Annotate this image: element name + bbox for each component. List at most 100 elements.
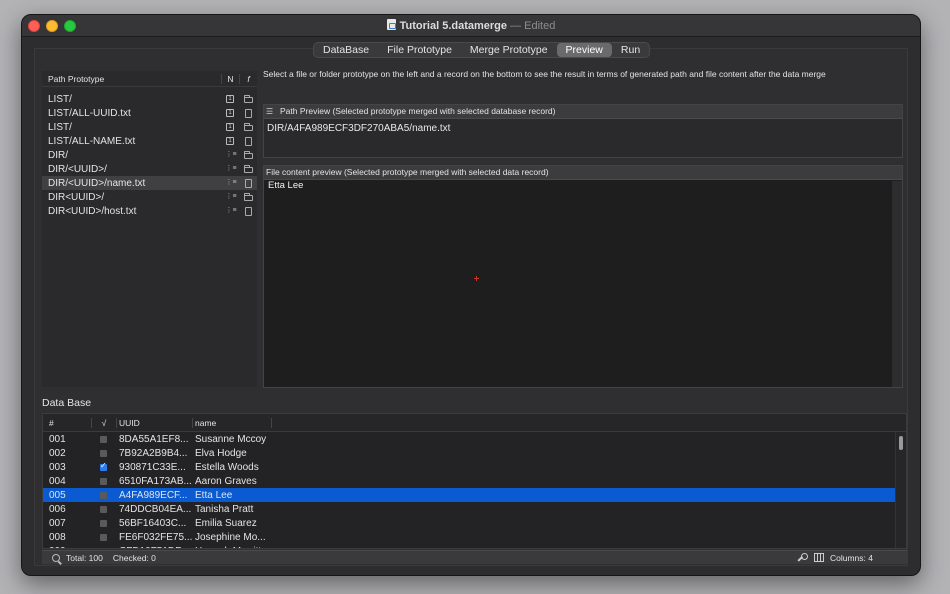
row-check-cell bbox=[91, 519, 116, 527]
prototype-item[interactable]: LIST/1 bbox=[42, 92, 257, 106]
status-total: Total: 100 bbox=[66, 552, 103, 563]
row-checkbox[interactable] bbox=[100, 449, 107, 457]
prototype-path: LIST/ALL-UUID.txt bbox=[48, 107, 131, 119]
row-uuid: 930871C33E... bbox=[119, 461, 186, 473]
prototype-item[interactable]: LIST/ALL-NAME.txt 1 bbox=[42, 134, 257, 148]
prototype-item[interactable]: DIR/<UUID>/name.txt ⋮≡ bbox=[42, 176, 257, 190]
row-checkbox[interactable] bbox=[100, 519, 107, 527]
status-right: Columns: 4 bbox=[798, 552, 873, 563]
file-preview-content[interactable]: Etta Lee bbox=[264, 180, 902, 191]
tab-database[interactable]: DataBase bbox=[314, 43, 378, 57]
key-icon[interactable] bbox=[798, 552, 808, 563]
window-title: Tutorial 5.datamerge — Edited bbox=[22, 19, 920, 32]
database-table: # √ UUID name 001 8DA55A1EF8... Susanne Mc… bbox=[42, 413, 907, 549]
row-check-cell bbox=[91, 435, 116, 443]
prototype-n-cell: ⋮≡ bbox=[221, 179, 239, 187]
prototype-f-cell bbox=[239, 122, 257, 131]
row-checkbox[interactable] bbox=[100, 435, 107, 443]
prototype-f-cell bbox=[239, 192, 257, 201]
single-icon: 1 bbox=[226, 137, 234, 145]
prototype-item[interactable]: LIST/ALL-UUID.txt 1 bbox=[42, 106, 257, 120]
table-row[interactable]: 008 FE6F032FE75... Josephine Mo... bbox=[43, 530, 896, 544]
prototype-n-cell: 1 bbox=[221, 109, 239, 117]
row-checkbox[interactable] bbox=[100, 491, 107, 499]
row-uuid: CFD10F51DF... bbox=[116, 546, 192, 549]
header-path-prototype[interactable]: Path Prototype bbox=[42, 74, 221, 84]
prototype-n-cell: ⋮≡ bbox=[221, 193, 239, 201]
prototype-path: LIST/ALL-NAME.txt bbox=[48, 135, 136, 147]
row-uuid: 74DDCB04EA... bbox=[119, 503, 192, 515]
folder-icon bbox=[243, 164, 253, 173]
prototype-item[interactable]: LIST/1 bbox=[42, 120, 257, 134]
scrollbar-thumb[interactable] bbox=[899, 436, 903, 450]
database-rows: 001 8DA55A1EF8... Susanne Mccoy 002 7B92A2B9… bbox=[43, 432, 906, 549]
table-row[interactable]: 004 6510FA173AB... Aaron Graves bbox=[43, 474, 896, 488]
prototype-n-cell: ⋮≡ bbox=[221, 151, 239, 159]
table-row[interactable]: 002 7B92A2B9B4... Elva Hodge bbox=[43, 446, 896, 460]
tab-preview[interactable]: Preview bbox=[556, 43, 612, 57]
list-icon: ⋮≡ bbox=[225, 165, 237, 172]
prototype-item[interactable]: DIR/<UUID>/ ⋮≡ bbox=[42, 162, 257, 176]
tab-run[interactable]: Run bbox=[612, 43, 649, 57]
status-columns: Columns: 4 bbox=[830, 552, 873, 563]
file-icon bbox=[244, 136, 252, 146]
database-scrollbar[interactable] bbox=[895, 432, 906, 548]
prototype-n-cell: 1 bbox=[221, 123, 239, 131]
row-name: Elva Hodge bbox=[195, 447, 247, 459]
column-check[interactable]: √ bbox=[91, 417, 116, 428]
crosshair-cursor-icon bbox=[474, 276, 479, 281]
prototype-n-cell: ⋮≡ bbox=[221, 165, 239, 173]
row-uuid: 6510FA173AB... bbox=[119, 475, 192, 487]
row-number: 003 bbox=[49, 461, 66, 473]
row-name: Etta Lee bbox=[195, 489, 233, 501]
list-icon: ☰ bbox=[266, 107, 274, 116]
path-preview-title: Path Preview (Selected prototype merged … bbox=[280, 106, 556, 116]
prototype-f-cell bbox=[239, 108, 257, 118]
path-preview-header: ☰ Path Preview (Selected prototype merged… bbox=[264, 105, 902, 119]
folder-icon bbox=[243, 150, 253, 159]
list-icon: ⋮≡ bbox=[225, 151, 237, 158]
column-number[interactable]: # bbox=[43, 418, 91, 428]
row-number: 004 bbox=[49, 475, 66, 487]
column-name[interactable]: name bbox=[192, 417, 272, 428]
row-check-cell bbox=[91, 547, 116, 548]
row-checkbox[interactable] bbox=[100, 461, 107, 471]
search-icon[interactable] bbox=[52, 553, 60, 562]
table-row[interactable]: 001 8DA55A1EF8... Susanne Mccoy bbox=[43, 432, 896, 446]
file-preview-scrollbar[interactable] bbox=[892, 181, 902, 387]
row-number: 002 bbox=[49, 447, 66, 459]
path-preview-value[interactable]: DIR/A4FA989ECF3DF270ABA5/name.txt bbox=[264, 119, 902, 138]
prototype-header: Path Prototype N f bbox=[42, 71, 257, 87]
column-uuid[interactable]: UUID bbox=[116, 417, 192, 428]
table-row[interactable]: 006 74DDCB04EA... Tanisha Pratt bbox=[43, 502, 896, 516]
row-checkbox[interactable] bbox=[100, 477, 107, 485]
prototype-item[interactable]: DIR<UUID>/ ⋮≡ bbox=[42, 190, 257, 204]
tab-file-prototype[interactable]: File Prototype bbox=[378, 43, 461, 57]
columns-icon[interactable] bbox=[814, 553, 824, 562]
prototype-item[interactable]: DIR<UUID>/host.txt ⋮≡ bbox=[42, 204, 257, 218]
row-name: Hannah Merritt bbox=[192, 546, 282, 549]
table-row[interactable]: 003 930871C33E... Estella Woods bbox=[43, 460, 896, 474]
row-number: 009 bbox=[43, 546, 91, 549]
list-icon: ⋮≡ bbox=[225, 207, 237, 214]
row-uuid: 7B92A2B9B4... bbox=[119, 447, 188, 459]
status-checked: Checked: 0 bbox=[112, 552, 156, 563]
row-name: Tanisha Pratt bbox=[195, 503, 254, 515]
table-row[interactable]: 007 56BF16403C... Emilia Suarez bbox=[43, 516, 896, 530]
database-label: Data Base bbox=[42, 397, 92, 409]
file-icon bbox=[244, 108, 252, 118]
row-checkbox[interactable] bbox=[100, 533, 107, 541]
prototype-n-cell: 1 bbox=[221, 95, 239, 103]
row-checkbox[interactable] bbox=[100, 505, 107, 513]
row-name: Aaron Graves bbox=[195, 475, 257, 487]
tab-merge-prototype[interactable]: Merge Prototype bbox=[461, 43, 557, 57]
database-header: # √ UUID name bbox=[43, 414, 906, 432]
row-number: 001 bbox=[49, 433, 66, 445]
header-n[interactable]: N bbox=[221, 73, 239, 84]
row-name: Emilia Suarez bbox=[195, 517, 257, 529]
prototype-item[interactable]: DIR/ ⋮≡ bbox=[42, 148, 257, 162]
table-row[interactable]: 009 CFD10F51DF...Hannah Merritt bbox=[43, 544, 896, 549]
row-checkbox[interactable] bbox=[100, 547, 107, 548]
table-row[interactable]: 005 A4FA989ECF... Etta Lee bbox=[43, 488, 896, 502]
header-f[interactable]: f bbox=[239, 73, 257, 84]
